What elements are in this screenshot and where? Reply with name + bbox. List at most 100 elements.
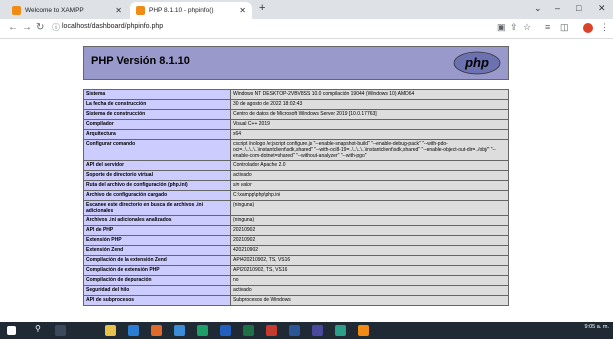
app-icon[interactable] — [151, 325, 162, 336]
windows-start-icon[interactable] — [7, 326, 16, 335]
table-row: Archivos .ini adicionales analizados (nin… — [83, 215, 509, 226]
table-row: Compilación de depuración no — [83, 275, 509, 286]
app-icon[interactable] — [197, 325, 208, 336]
page-title: PHP Versión 8.1.10 — [91, 55, 190, 67]
row-value: API420210902, TS, VS16 — [230, 255, 509, 266]
app-icon[interactable] — [335, 325, 346, 336]
row-label: Archivos .ini adicionales analizados — [83, 215, 231, 226]
row-label: Ruta del archivo de configuración (php.i… — [83, 180, 231, 191]
side-panel-icon[interactable]: ◫ — [560, 22, 569, 33]
tab-phpinfo[interactable]: PHP 8.1.10 - phpinfo() ✕ — [130, 2, 252, 19]
row-label: Extensión PHP — [83, 235, 231, 246]
row-label: API de subprocesos — [83, 295, 231, 306]
row-value: Centro de datos de Microsoft Windows Ser… — [230, 109, 509, 120]
php-logo-text: php — [464, 55, 489, 70]
row-label: Archivo de configuración cargado — [83, 190, 231, 201]
row-label: API del servidor — [83, 160, 231, 171]
row-value: Controlador Apache 2.0 — [230, 160, 509, 171]
table-row: Ruta del archivo de configuración (php.i… — [83, 180, 509, 191]
table-row: Seguridad del hilo activado — [83, 285, 509, 296]
row-label: Configurar comando — [83, 139, 231, 161]
page-content: PHP Versión 8.1.10 php Sistema Windows NT… — [0, 39, 613, 322]
row-value: 20210902 — [230, 235, 509, 246]
share-icon[interactable]: ⇪ — [510, 22, 518, 33]
table-row: Soporte de directorio virtual activado — [83, 170, 509, 181]
row-value: 30 de agosto de 2022 18:02:43 — [230, 99, 509, 110]
close-tab-icon[interactable]: ✕ — [239, 6, 246, 15]
table-row: La fecha de construcción 30 de agosto de … — [83, 99, 509, 110]
excel-icon[interactable] — [243, 325, 254, 336]
row-label: Compilación de depuración — [83, 275, 231, 286]
row-value: cscript /nologo /e:jscript configure.js … — [230, 139, 509, 161]
table-row: API de PHP 20210902 — [83, 225, 509, 236]
table-row: Archivo de configuración cargado C:\xampp… — [83, 190, 509, 201]
table-row: Configurar comando cscript /nologo /e:jsc… — [83, 139, 509, 161]
row-label: Compilación de extensión PHP — [83, 265, 231, 276]
row-value: Windows NT DESKTOP-2VBV8SS 10.0 compilac… — [230, 89, 509, 100]
tab-title: PHP 8.1.10 - phpinfo() — [149, 7, 214, 14]
app-icon[interactable] — [128, 325, 139, 336]
app-icon[interactable] — [312, 325, 323, 336]
row-value: activado — [230, 285, 509, 296]
address-bar[interactable]: localhost/dashboard/phpinfo.php — [62, 23, 163, 30]
table-row: Arquitectura x64 — [83, 129, 509, 140]
row-value: 20210902 — [230, 225, 509, 236]
row-value: x64 — [230, 129, 509, 140]
site-info-icon[interactable]: ⓘ — [52, 22, 60, 33]
close-tab-icon[interactable]: ✕ — [115, 6, 122, 15]
bookmark-star-icon[interactable]: ☆ — [523, 22, 531, 33]
taskbar-clock[interactable]: 9:05 a. m. — [585, 324, 609, 330]
forward-arrow-icon[interactable]: → — [22, 22, 32, 33]
php-logo-icon[interactable]: php — [453, 51, 501, 75]
row-value: (ninguna) — [230, 200, 509, 216]
menu-dots-icon[interactable]: ⋮ — [600, 22, 609, 33]
row-label: Escanee este directorio en busca de arch… — [83, 200, 231, 216]
table-row: Sistema Windows NT DESKTOP-2VBV8SS 10.0 c… — [83, 89, 509, 100]
row-label: Sistema de construcción — [83, 109, 231, 120]
phpinfo-container: PHP Versión 8.1.10 php Sistema Windows NT… — [83, 46, 509, 306]
reload-icon[interactable]: ↻ — [36, 22, 44, 33]
windows-taskbar: ⚲ 9:05 a. m. — [0, 322, 613, 339]
profile-avatar[interactable] — [583, 23, 593, 33]
back-arrow-icon[interactable]: ← — [8, 22, 18, 33]
table-row: API del servidor Controlador Apache 2.0 — [83, 160, 509, 171]
task-view-icon[interactable] — [55, 325, 66, 336]
tab-search-dropdown-icon[interactable]: ⌄ — [534, 3, 542, 14]
reading-list-icon[interactable]: ≡ — [545, 22, 550, 32]
table-row: Extensión Zend 420210902 — [83, 245, 509, 256]
row-label: Compilación de la extensión Zend — [83, 255, 231, 266]
row-value: 420210902 — [230, 245, 509, 256]
row-value: sin valor — [230, 180, 509, 191]
close-window-button[interactable]: ✕ — [598, 3, 606, 14]
row-label: Soporte de directorio virtual — [83, 170, 231, 181]
row-value: no — [230, 275, 509, 286]
minimize-window-button[interactable]: – — [555, 3, 560, 13]
row-value: C:\xampp\php\php.ini — [230, 190, 509, 201]
search-icon[interactable]: ⚲ — [35, 324, 46, 335]
row-label: Sistema — [83, 89, 231, 100]
row-label: Arquitectura — [83, 129, 231, 140]
tab-title: Welcome to XAMPP — [25, 7, 84, 14]
app-icon[interactable] — [174, 325, 185, 336]
app-icon[interactable] — [289, 325, 300, 336]
app-icon[interactable] — [220, 325, 231, 336]
app-icon[interactable] — [266, 325, 277, 336]
php-info-table: Sistema Windows NT DESKTOP-2VBV8SS 10.0 c… — [83, 89, 509, 306]
table-row: Compilación de extensión PHP API20210902,… — [83, 265, 509, 276]
row-value: Visual C++ 2019 — [230, 119, 509, 130]
row-label: Compilador — [83, 119, 231, 130]
new-tab-button[interactable]: + — [259, 2, 265, 14]
file-explorer-icon[interactable] — [105, 325, 116, 336]
maximize-window-button[interactable]: □ — [576, 3, 581, 13]
translate-icon[interactable]: ▣ — [497, 22, 506, 33]
tab-welcome-xampp[interactable]: Welcome to XAMPP ✕ — [6, 2, 128, 19]
xampp-favicon-icon — [12, 6, 21, 15]
table-row: API de subprocesos Subprocesos de Windows — [83, 295, 509, 306]
table-row: Extensión PHP 20210902 — [83, 235, 509, 246]
row-label: API de PHP — [83, 225, 231, 236]
row-value: API20210902, TS, VS16 — [230, 265, 509, 276]
table-row: Compilación de la extensión Zend API42021… — [83, 255, 509, 266]
xampp-icon[interactable] — [358, 325, 369, 336]
row-value: (ninguna) — [230, 215, 509, 226]
table-row: Compilador Visual C++ 2019 — [83, 119, 509, 130]
